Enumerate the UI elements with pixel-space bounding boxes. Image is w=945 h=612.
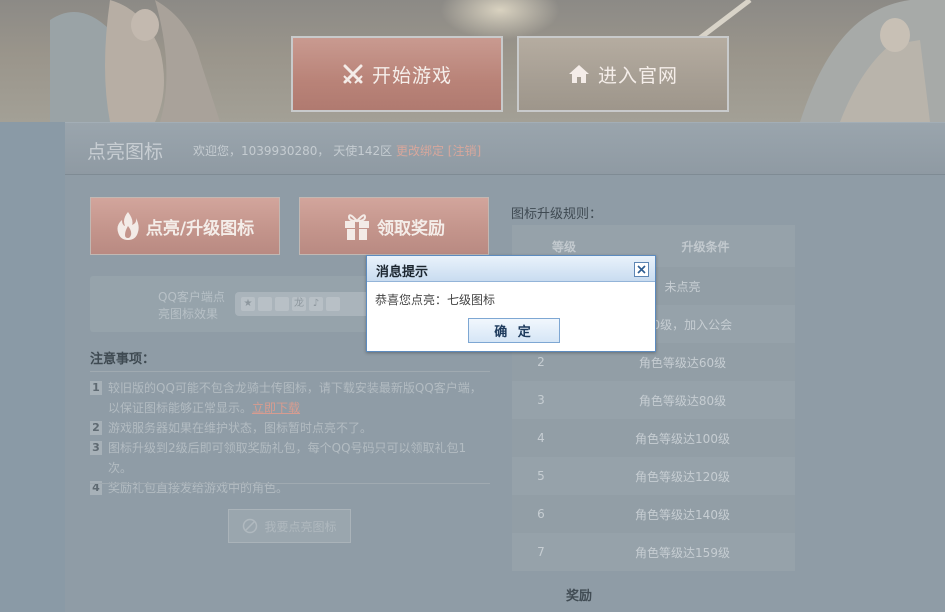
- dialog-header: 消息提示: [367, 256, 655, 282]
- note-number: 3: [90, 441, 102, 455]
- start-game-label: 开始游戏: [371, 65, 452, 87]
- start-game-button[interactable]: 开始游戏: [291, 36, 503, 112]
- level-header: 等级: [551, 239, 576, 254]
- welcome-bar: 欢迎您，1039930280， 天使142区 更改绑定 [注销]: [193, 142, 481, 159]
- level-cell: 6: [537, 507, 545, 521]
- reward-section-label: 奖励: [566, 589, 593, 604]
- download-now-link[interactable]: 立即下载: [252, 401, 300, 415]
- claim-reward-label: 领取奖励: [377, 218, 445, 239]
- level-cell: 2: [537, 355, 545, 369]
- note-number: 1: [90, 381, 102, 395]
- notes-divider: [90, 371, 490, 372]
- qq-zone-icon: [275, 297, 289, 311]
- condition-cell: 角色等级达159级: [635, 545, 730, 560]
- main-panel: 点亮图标 欢迎您，1039930280， 天使142区 更改绑定 [注销] 点亮…: [65, 122, 945, 612]
- message-dialog: 消息提示 恭喜您点亮：七级图标 确 定: [366, 255, 656, 352]
- dialog-message: 恭喜您点亮：七级图标: [375, 293, 496, 307]
- qq-client-label: QQ客户端点亮图标效果: [158, 290, 225, 321]
- list-item: 4 奖励礼包直接发给游戏中的角色。: [90, 478, 490, 498]
- dialog-title: 消息提示: [376, 265, 429, 280]
- flame-icon: [117, 212, 139, 240]
- close-button[interactable]: [634, 262, 649, 277]
- qq-client-preview: QQ客户端点亮图标效果 ★ 龙 ♪: [90, 276, 385, 332]
- level-cell: 4: [537, 431, 545, 445]
- qq-music-icon: ♪: [309, 297, 323, 311]
- star-icon: ★: [241, 297, 255, 311]
- confirm-button[interactable]: 确 定: [468, 318, 560, 343]
- close-icon: [637, 265, 646, 274]
- crossed-swords-icon: [343, 64, 363, 84]
- note-text: 图标升级到2级后即可领取奖励礼包，每个QQ号码只可以领取礼包1次。: [108, 441, 467, 475]
- welcome-prefix: 欢迎您，: [193, 144, 242, 158]
- notes-divider-bottom: [90, 483, 490, 484]
- condition-cell: 角色等级达80级: [638, 393, 727, 408]
- character-art-right: [800, 0, 945, 122]
- page-title: 点亮图标: [87, 141, 164, 163]
- note-text: 游戏服务器如果在维护状态，图标暂时点亮不了。: [108, 421, 373, 435]
- logout-link[interactable]: [注销]: [448, 144, 481, 158]
- table-row: 4 角色等级达100级: [512, 419, 795, 457]
- light-icon-button[interactable]: 我要点亮图标: [228, 509, 351, 543]
- gift-icon: [345, 214, 369, 240]
- list-item: 1 较旧版的QQ可能不包含龙骑士传图标，请下载安装最新版QQ客户端，以保证图标能…: [90, 378, 490, 418]
- condition-header: 升级条件: [681, 239, 730, 254]
- notes-title: 注意事项：: [90, 352, 156, 367]
- official-site-label: 进入官网: [597, 65, 678, 87]
- qq-status-icon: [258, 297, 272, 311]
- level-cell: 7: [537, 545, 545, 559]
- level-cell: 3: [537, 393, 545, 407]
- condition-cell: 角色等级达60级: [638, 355, 727, 370]
- sword-art: [698, 0, 752, 40]
- table-row: 6 角色等级达140级: [512, 495, 795, 533]
- rules-title: 图标升级规则：: [511, 207, 603, 222]
- table-row: 3 角色等级达80级: [512, 381, 795, 419]
- list-item: 2 游戏服务器如果在维护状态，图标暂时点亮不了。: [90, 418, 490, 438]
- condition-cell: 角色等级达120级: [635, 469, 730, 484]
- welcome-separator: ，: [317, 144, 330, 158]
- condition-cell: 角色等级达140级: [635, 507, 730, 522]
- home-icon: [568, 65, 589, 83]
- light-upgrade-label: 点亮/升级图标: [145, 218, 255, 239]
- note-text: 奖励礼包直接发给游戏中的角色。: [108, 481, 289, 495]
- change-binding-link[interactable]: 更改绑定: [396, 144, 444, 158]
- server-name: 天使142区: [333, 144, 393, 158]
- hero-banner: 开始游戏 进入官网: [0, 0, 945, 122]
- list-item: 3 图标升级到2级后即可领取奖励礼包，每个QQ号码只可以领取礼包1次。: [90, 438, 490, 478]
- qq-pet-icon: [326, 297, 340, 311]
- light-icon-label: 我要点亮图标: [264, 519, 337, 534]
- official-site-button[interactable]: 进入官网: [517, 36, 729, 112]
- note-text-wrap: 较旧版的QQ可能不包含龙骑士传图标，请下载安装最新版QQ客户端，以保证图标能够正…: [108, 378, 490, 418]
- note-number: 2: [90, 421, 102, 435]
- table-row: 5 角色等级达120级: [512, 457, 795, 495]
- character-art-left: [50, 0, 220, 122]
- banner-glow: [440, 0, 560, 40]
- qq-number: 1039930280: [241, 144, 318, 158]
- notes-list: 1 较旧版的QQ可能不包含龙骑士传图标，请下载安装最新版QQ客户端，以保证图标能…: [90, 378, 490, 498]
- condition-cell: 角色等级达100级: [635, 431, 730, 446]
- table-row: 7 角色等级达159级: [512, 533, 795, 571]
- claim-reward-button[interactable]: 领取奖励: [299, 197, 489, 255]
- panel-header: 点亮图标 欢迎您，1039930280， 天使142区 更改绑定 [注销]: [65, 123, 945, 175]
- prohibited-icon: [243, 518, 258, 534]
- light-upgrade-icon-button[interactable]: 点亮/升级图标: [90, 197, 280, 255]
- qq-icon-strip: ★ 龙 ♪: [235, 292, 385, 316]
- level-cell: 5: [537, 469, 545, 483]
- dragon-icon: 龙: [292, 297, 306, 311]
